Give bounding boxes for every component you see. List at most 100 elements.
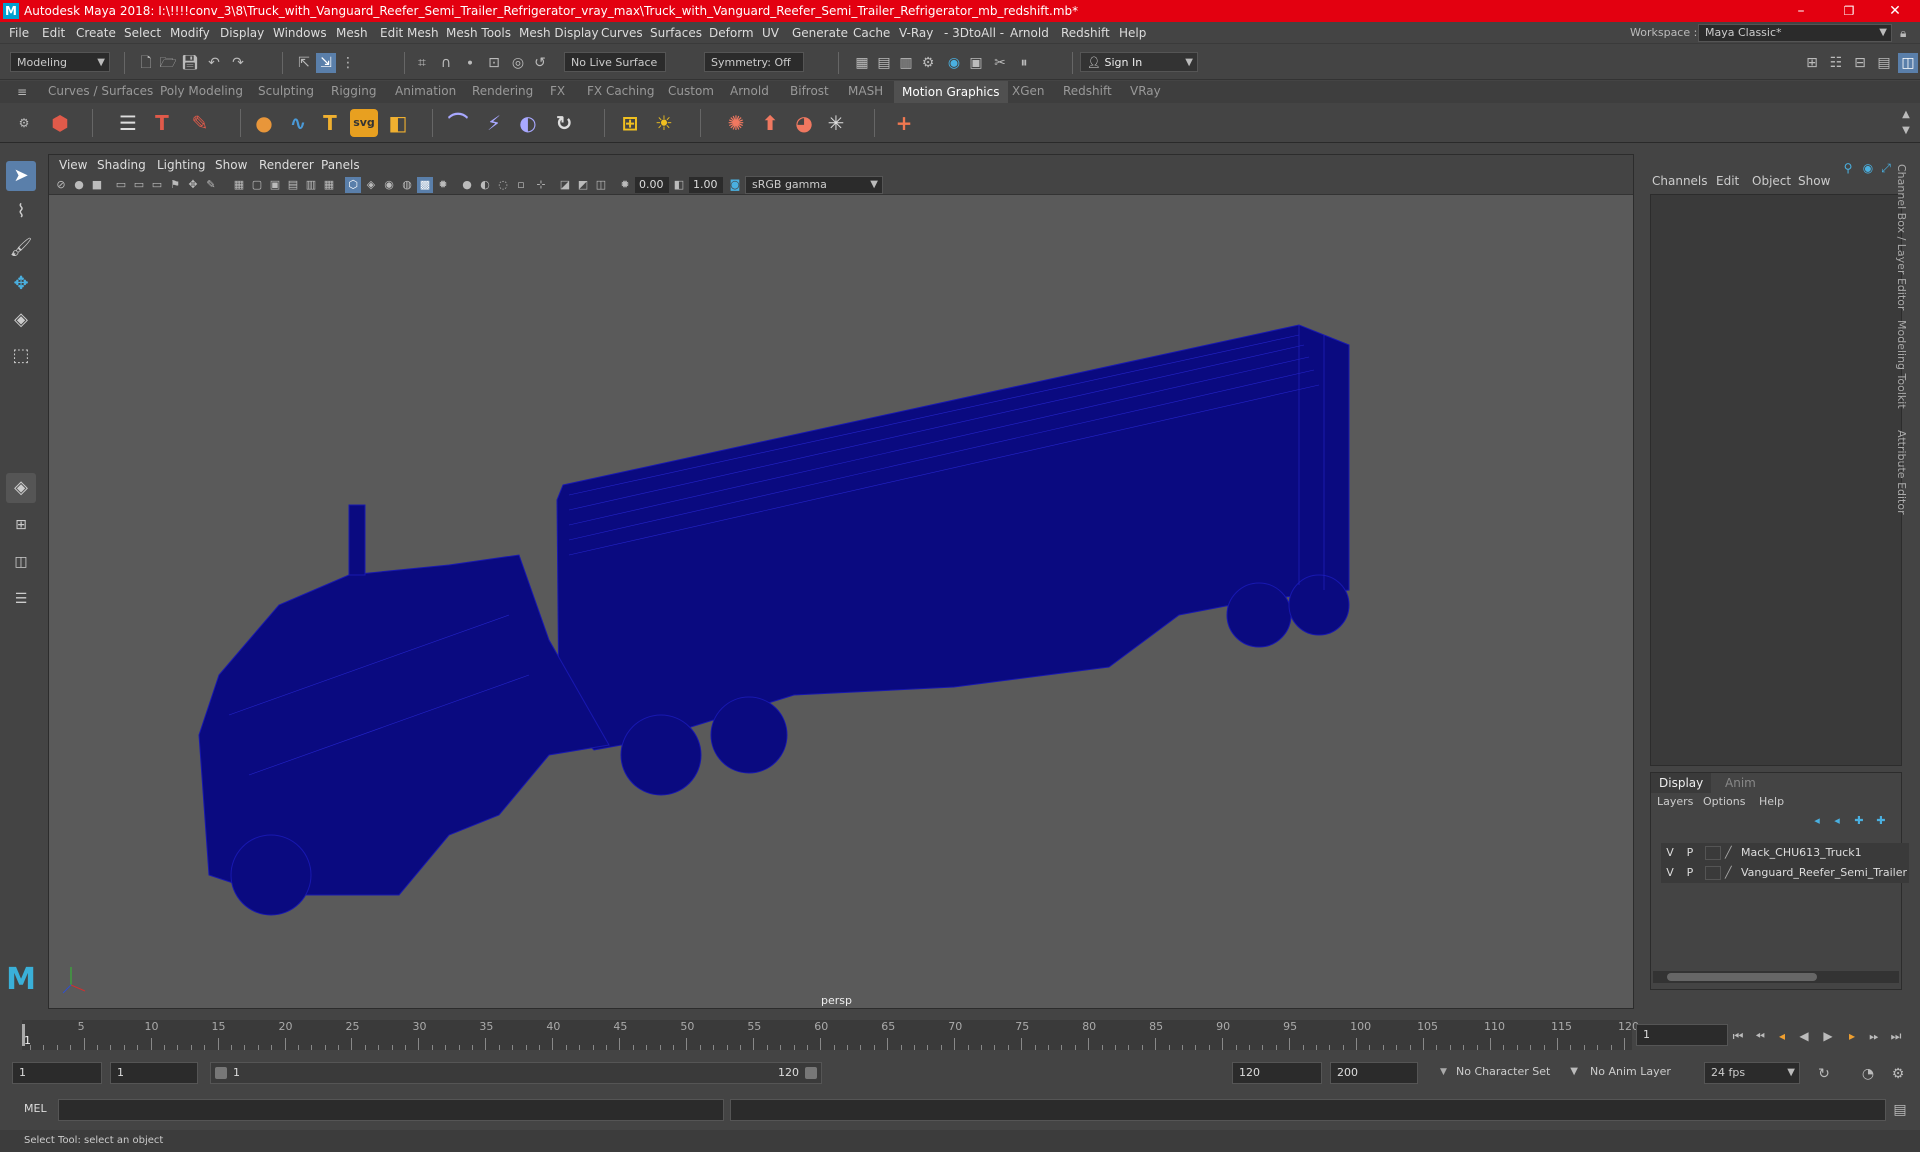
- range-slider-bar[interactable]: 1 120: [210, 1062, 822, 1084]
- live-surface-field[interactable]: No Live Surface: [564, 52, 666, 72]
- safe-action-icon[interactable]: ◫: [593, 177, 609, 193]
- snap-grid-icon[interactable]: ⌗: [412, 53, 432, 73]
- menu-mesh-tools[interactable]: Mesh Tools: [446, 26, 511, 40]
- command-input[interactable]: [58, 1099, 724, 1121]
- tab-arnold[interactable]: Arnold: [730, 84, 769, 98]
- menu-arnold[interactable]: Arnold: [1010, 26, 1049, 40]
- layers-menu[interactable]: Layers: [1657, 795, 1693, 808]
- field-chart-icon[interactable]: ◩: [575, 177, 591, 193]
- move-tool-icon[interactable]: ✥: [6, 269, 36, 299]
- shatter-icon[interactable]: ⬆: [756, 109, 784, 137]
- open-scene-icon[interactable]: 🗁︎: [158, 53, 178, 73]
- shadows-icon[interactable]: ▩: [417, 177, 433, 193]
- lasso-tool-icon[interactable]: ⌇: [6, 197, 36, 227]
- menu-edit-mesh[interactable]: Edit Mesh: [380, 26, 439, 40]
- edit-menu[interactable]: Edit: [1716, 174, 1739, 188]
- channel-box-toggle-icon[interactable]: ⚲: [1838, 158, 1858, 178]
- tab-fx-caching[interactable]: FX Caching: [587, 84, 654, 98]
- wire-on-shaded-icon[interactable]: ▤: [285, 177, 301, 193]
- layer-scrollbar[interactable]: [1653, 971, 1899, 983]
- instance-icon[interactable]: ⊞: [616, 109, 644, 137]
- snap-point-icon[interactable]: ∙: [460, 53, 480, 73]
- playback-start-field[interactable]: 1: [110, 1062, 198, 1084]
- menu-uv[interactable]: UV: [762, 26, 779, 40]
- gate-mask-icon[interactable]: ◪: [557, 177, 573, 193]
- attribute-toggle-icon[interactable]: ◉: [1858, 158, 1878, 178]
- modeling-toolkit-icon[interactable]: ⊞: [1802, 53, 1822, 73]
- hypershade-icon[interactable]: ◉: [944, 53, 964, 73]
- type-icon[interactable]: T: [316, 109, 344, 137]
- close-button[interactable]: ✕: [1872, 0, 1918, 22]
- screen-ao-icon[interactable]: ✹: [435, 177, 451, 193]
- tab-motion-graphics[interactable]: Motion Graphics: [894, 81, 1008, 103]
- xray-components-icon[interactable]: ◍: [399, 177, 415, 193]
- shelf-scroll-down-icon[interactable]: ▼: [1896, 121, 1916, 141]
- layer-row[interactable]: V P ╱ Mack_CHU613_Truck1: [1661, 843, 1909, 863]
- wireframe-icon[interactable]: ▢: [249, 177, 265, 193]
- svg-icon[interactable]: svg: [350, 109, 378, 137]
- layout-icon[interactable]: ◫: [1898, 53, 1918, 73]
- scene-canvas[interactable]: [49, 195, 1634, 1009]
- tab-rendering[interactable]: Rendering: [472, 84, 533, 98]
- range-end-handle[interactable]: [805, 1067, 817, 1079]
- step-back-frame-icon[interactable]: ◂: [1772, 1026, 1792, 1046]
- menu-vray[interactable]: V-Ray: [899, 26, 933, 40]
- depth-of-field-icon[interactable]: ◌: [495, 177, 511, 193]
- current-frame-field[interactable]: 1: [1636, 1024, 1728, 1046]
- show-menu[interactable]: Show: [1798, 174, 1830, 188]
- menu-windows[interactable]: Windows: [273, 26, 327, 40]
- play-backward-icon[interactable]: ◀: [1794, 1026, 1814, 1046]
- go-to-end-icon[interactable]: ⏭︎: [1886, 1026, 1906, 1046]
- front-wheel[interactable]: [230, 834, 312, 916]
- menu-display[interactable]: Display: [220, 26, 264, 40]
- four-view-layout-icon[interactable]: ⊞: [6, 510, 36, 540]
- menu-surfaces[interactable]: Surfaces: [650, 26, 702, 40]
- truck-trailer-wireframe[interactable]: [198, 324, 1350, 916]
- color-management-icon[interactable]: ◙: [727, 177, 743, 193]
- layer-visibility-toggle[interactable]: V: [1663, 863, 1677, 883]
- tab-curves-surfaces[interactable]: Curves / Surfaces: [48, 84, 153, 98]
- character-set-dropdown[interactable]: ▼ No Character Set ▼: [1434, 1062, 1582, 1084]
- isolate-select-icon[interactable]: ⬡: [345, 177, 361, 193]
- step-forward-frame-icon[interactable]: ▸: [1842, 1026, 1862, 1046]
- menu-curves[interactable]: Curves: [601, 26, 643, 40]
- auto-key-icon[interactable]: ◔: [1858, 1064, 1878, 1084]
- xray-joints-icon[interactable]: ◉: [381, 177, 397, 193]
- camera-icon[interactable]: ⊹: [533, 177, 549, 193]
- shelf-settings-icon[interactable]: ⚙: [14, 113, 34, 133]
- shelf-menu-icon[interactable]: ≡: [12, 82, 32, 102]
- rotate-tool-icon[interactable]: ◈: [6, 305, 36, 335]
- select-hierarchy-icon[interactable]: ⇱: [294, 53, 314, 73]
- paint-select-icon[interactable]: 🖌︎: [6, 233, 36, 263]
- maximize-button[interactable]: ❐: [1826, 0, 1872, 22]
- loop-icon[interactable]: ↻: [1814, 1064, 1834, 1084]
- menu-cache[interactable]: Cache: [853, 26, 890, 40]
- play-forward-icon[interactable]: ▶: [1818, 1026, 1838, 1046]
- menu-file[interactable]: File: [9, 26, 29, 40]
- render-frame-icon[interactable]: ▦: [852, 53, 872, 73]
- panel-menu-panels[interactable]: Panels: [321, 158, 360, 172]
- side-tab-attribute-editor[interactable]: Attribute Editor: [1895, 430, 1908, 515]
- tab-display[interactable]: Display: [1651, 773, 1712, 793]
- menu-modify[interactable]: Modify: [170, 26, 210, 40]
- bookmark-flag-icon[interactable]: ⚑: [167, 177, 183, 193]
- go-to-start-icon[interactable]: ⏮︎: [1728, 1026, 1748, 1046]
- range-start-handle[interactable]: [215, 1067, 227, 1079]
- lock-icon[interactable]: 🔒︎: [1900, 26, 1906, 41]
- minimize-button[interactable]: –: [1778, 0, 1824, 22]
- camera-attr-icon[interactable]: ●: [71, 177, 87, 193]
- flare-icon[interactable]: ◐: [514, 109, 542, 137]
- trailer-body[interactable]: [556, 324, 1350, 751]
- save-scene-icon[interactable]: 💾︎: [180, 53, 200, 73]
- menu-mesh[interactable]: Mesh: [336, 26, 368, 40]
- tab-xgen[interactable]: XGen: [1012, 84, 1045, 98]
- render-sequence-icon[interactable]: ▤: [874, 53, 894, 73]
- exposure-field[interactable]: 0.00: [635, 177, 669, 193]
- layer-playback-toggle[interactable]: P: [1683, 843, 1697, 863]
- menu-generate[interactable]: Generate: [792, 26, 848, 40]
- curve-icon[interactable]: ∿: [284, 109, 312, 137]
- viewport-persp[interactable]: View Shading Lighting Show Renderer Pane…: [48, 154, 1634, 1009]
- snap-curve-icon[interactable]: ∩: [436, 53, 456, 73]
- fps-dropdown[interactable]: 24 fps ▼: [1704, 1062, 1800, 1084]
- layer-visibility-toggle[interactable]: V: [1663, 843, 1677, 863]
